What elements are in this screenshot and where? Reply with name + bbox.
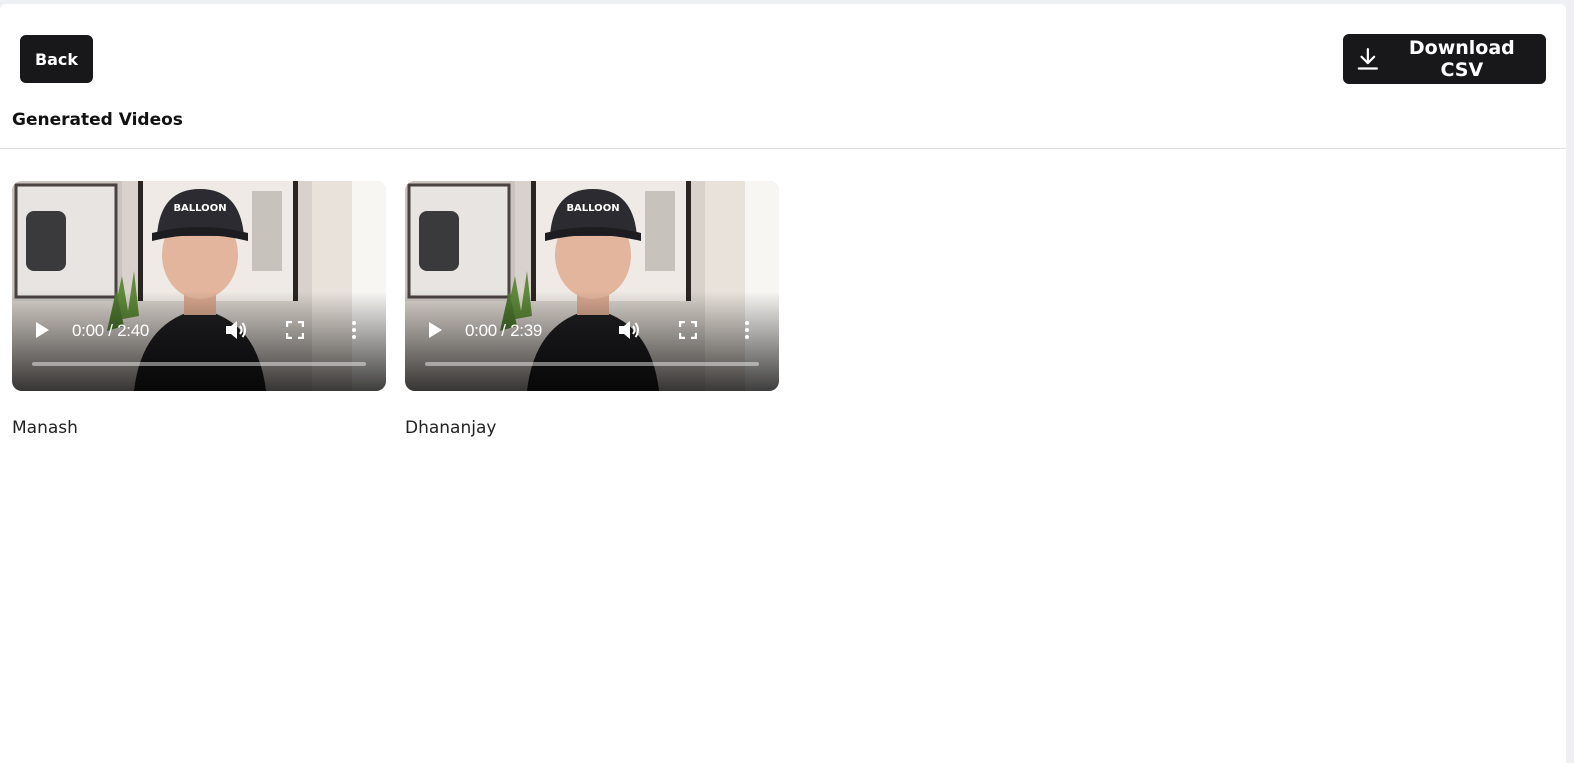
video-name: Manash [12,418,78,438]
volume-icon[interactable] [224,319,248,341]
fullscreen-icon[interactable] [679,321,697,339]
download-csv-label: Download CSV [1408,37,1515,81]
video-name: Dhananjay [405,418,497,438]
download-icon [1357,47,1378,70]
header-divider [0,148,1566,149]
back-button[interactable]: Back [20,35,93,83]
page-container: Back Download CSV Generated Videos BALLO… [0,4,1566,763]
play-icon[interactable] [34,321,50,339]
page-scrollbar[interactable] [1566,0,1574,763]
section-title: Generated Videos [12,110,183,130]
video-player[interactable]: BALLOON 0:00 / 2:40 [12,181,386,391]
video-card: BALLOON 0:00 / 2:39 Dhananjay [405,181,779,438]
controls-overlay [12,291,386,391]
video-time: 0:00 / 2:39 [465,321,543,340]
fullscreen-icon[interactable] [286,321,304,339]
cap-logo-text: BALLOON [173,203,226,214]
play-icon[interactable] [427,321,443,339]
download-csv-button[interactable]: Download CSV [1343,34,1546,84]
video-player[interactable]: BALLOON 0:00 / 2:39 [405,181,779,391]
volume-icon[interactable] [617,319,641,341]
more-vertical-icon[interactable] [350,320,358,340]
video-progress-bar[interactable] [32,362,366,366]
video-progress-bar[interactable] [425,362,759,366]
video-card: BALLOON 0:00 / 2:40 Manash [12,181,386,438]
video-time: 0:00 / 2:40 [72,321,150,340]
controls-overlay [405,291,779,391]
cap-logo-text: BALLOON [566,203,619,214]
more-vertical-icon[interactable] [743,320,751,340]
